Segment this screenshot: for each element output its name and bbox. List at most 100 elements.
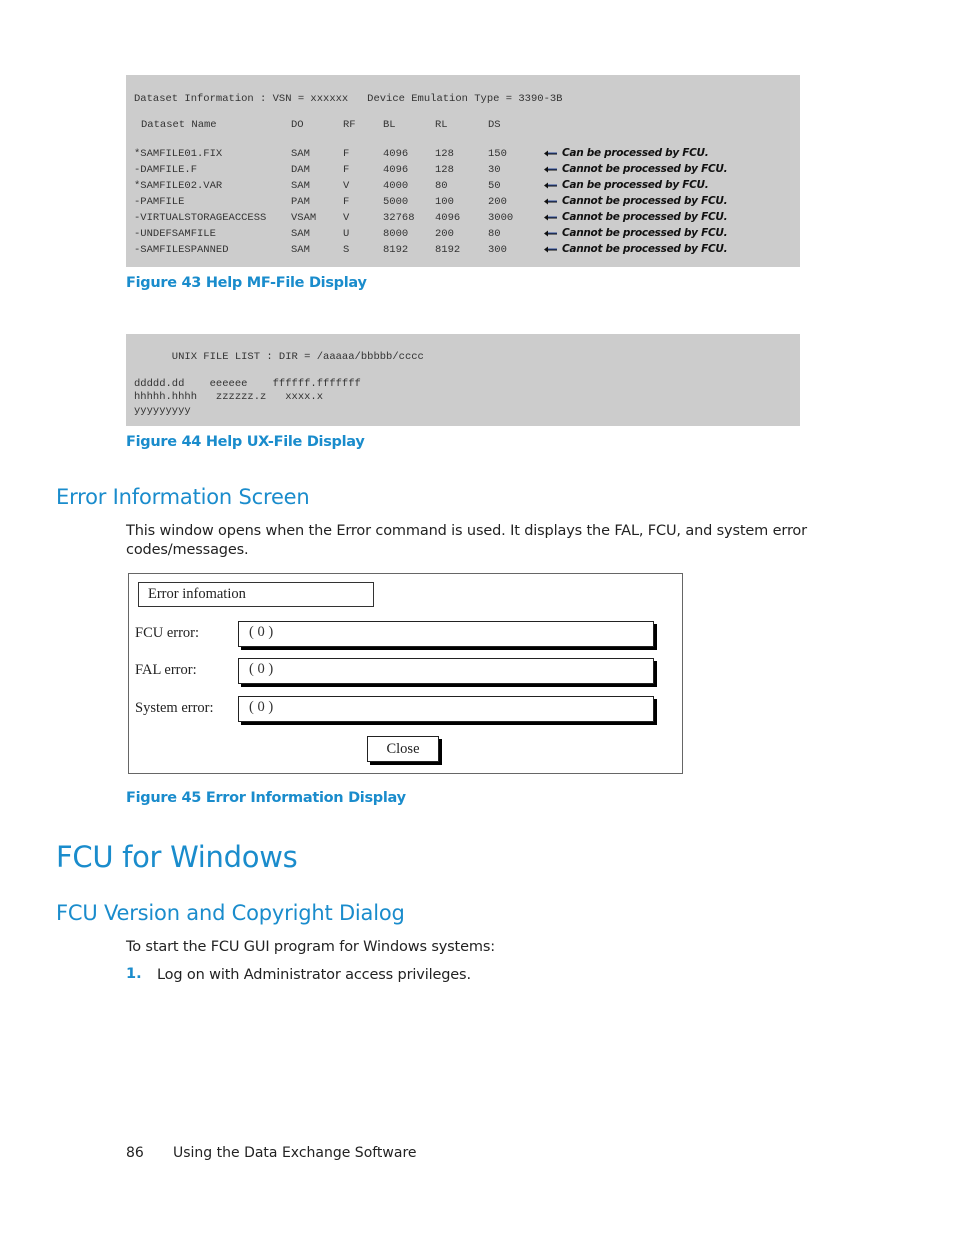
dataset-do-cell: VSAM	[291, 212, 317, 224]
section-heading-error-information: Error Information Screen	[56, 485, 310, 509]
processing-note-text: Can be processed by FCU.	[562, 179, 709, 191]
dataset-ds-cell: 50	[488, 180, 501, 192]
processing-note: Can be processed by FCU.	[544, 179, 709, 191]
file-list-line: yyyyyyyyy	[134, 405, 191, 417]
processing-note: Cannot be processed by FCU.	[544, 212, 728, 223]
dataset-ds-cell: 30	[488, 164, 501, 176]
dataset-bl-cell: 32768	[383, 212, 415, 224]
fcu-error-field[interactable]: ( 0 )	[238, 621, 654, 647]
dataset-info-header: Dataset Information : VSN = xxxxxx Devic…	[134, 93, 563, 105]
dataset-bl-cell: 4000	[383, 180, 409, 192]
figure-44-caption: Figure 44 Help UX-File Display	[126, 434, 365, 450]
processing-note-text: Can be processed by FCU.	[562, 147, 709, 159]
column-header: DO	[291, 119, 304, 131]
step-number: 1.	[126, 966, 142, 982]
paragraph-line: This window opens when the Error command…	[126, 523, 807, 539]
dataset-rf-cell: F	[343, 164, 350, 176]
dataset-ds-cell: 80	[488, 228, 501, 240]
dataset-rl-cell: 4096	[435, 212, 461, 224]
arrow-left-icon	[544, 230, 557, 237]
arrow-left-icon	[544, 214, 557, 221]
dataset-rf-cell: V	[343, 180, 350, 192]
intro-paragraph: To start the FCU GUI program for Windows…	[126, 939, 495, 955]
dialog-title: Error infomation	[138, 582, 374, 607]
arrow-left-icon	[544, 166, 557, 173]
dataset-rl-cell: 8192	[435, 244, 461, 256]
processing-note: Can be processed by FCU.	[544, 147, 709, 159]
dataset-rl-cell: 128	[435, 164, 454, 176]
dataset-name-cell: -DAMFILE.F	[134, 164, 198, 176]
dataset-name-cell: -VIRTUALSTORAGEACCESS	[134, 212, 267, 224]
footer-section-title: Using the Data Exchange Software	[173, 1145, 417, 1161]
arrow-left-icon	[544, 246, 557, 253]
dataset-rl-cell: 128	[435, 148, 454, 160]
dataset-do-cell: SAM	[291, 180, 310, 192]
dataset-do-cell: SAM	[291, 148, 310, 160]
column-header: RL	[435, 119, 448, 131]
figure-43-caption: Figure 43 Help MF-File Display	[126, 275, 367, 291]
dataset-do-cell: DAM	[291, 164, 310, 176]
processing-note-text: Cannot be processed by FCU.	[562, 243, 728, 255]
error-information-dialog: Error infomation FCU error: ( 0 ) FAL er…	[128, 573, 683, 774]
figure-45-caption: Figure 45 Error Information Display	[126, 790, 406, 806]
unix-file-list-header: UNIX FILE LIST : DIR = /aaaaa/bbbbb/cccc	[134, 351, 424, 363]
processing-note: Cannot be processed by FCU.	[544, 195, 728, 207]
arrow-left-icon	[544, 198, 557, 205]
processing-note: Cannot be processed by FCU.	[544, 243, 728, 255]
file-list-line: ddddd.dd eeeeee ffffff.fffffff	[134, 378, 361, 390]
fal-error-field[interactable]: ( 0 )	[238, 658, 654, 684]
dataset-name-cell: -PAMFILE	[134, 196, 185, 208]
arrow-left-icon	[544, 182, 557, 189]
dataset-rl-cell: 200	[435, 228, 454, 240]
fcu-error-label: FCU error:	[135, 625, 200, 641]
dataset-do-cell: SAM	[291, 228, 310, 240]
section-heading-version-dialog: FCU Version and Copyright Dialog	[56, 901, 405, 925]
column-header: Dataset Name	[141, 119, 217, 131]
dataset-row: -UNDEFSAMFILE SAM U 8000 200 80 Cannot be proc…	[134, 227, 794, 243]
dataset-rf-cell: V	[343, 212, 350, 224]
file-list-line: hhhhh.hhhh zzzzzz.z xxxx.x	[134, 391, 324, 403]
dataset-ds-cell: 200	[488, 196, 507, 208]
dataset-do-cell: SAM	[291, 244, 310, 256]
dataset-name-cell: -UNDEFSAMFILE	[134, 228, 216, 240]
dataset-rf-cell: U	[343, 228, 350, 240]
dataset-bl-cell: 5000	[383, 196, 409, 208]
mf-file-display-figure: Dataset Information : VSN = xxxxxx Devic…	[126, 75, 800, 267]
processing-note-text: Cannot be processed by FCU.	[562, 195, 728, 207]
column-header: RF	[343, 119, 356, 131]
column-header: DS	[488, 119, 501, 131]
dataset-bl-cell: 8192	[383, 244, 409, 256]
processing-note: Cannot be processed by FCU.	[544, 227, 728, 239]
dataset-row: -VIRTUALSTORAGEACCESS VSAM V 32768 4096 3000 C…	[134, 212, 794, 227]
arrow-left-icon	[544, 150, 557, 157]
paragraph-line: codes/messages.	[126, 542, 249, 558]
close-button[interactable]: Close	[367, 736, 439, 762]
dataset-row: -PAMFILE PAM F 5000 100 200 Cannot be processe…	[134, 195, 794, 211]
processing-note-text: Cannot be processed by FCU.	[562, 227, 728, 239]
dataset-do-cell: PAM	[291, 196, 310, 208]
chapter-heading: FCU for Windows	[56, 840, 298, 874]
system-error-field[interactable]: ( 0 )	[238, 696, 654, 722]
dataset-ds-cell: 300	[488, 244, 507, 256]
dataset-row: -SAMFILESPANNED SAM S 8192 8192 300 Cannot be …	[134, 243, 794, 259]
dataset-rf-cell: S	[343, 244, 350, 256]
dataset-ds-cell: 150	[488, 148, 507, 160]
dataset-rl-cell: 100	[435, 196, 454, 208]
fal-error-label: FAL error:	[135, 662, 197, 678]
dataset-bl-cell: 4096	[383, 164, 409, 176]
dataset-bl-cell: 8000	[383, 228, 409, 240]
column-header: BL	[383, 119, 396, 131]
dataset-row: *SAMFILE02.VAR SAM V 4000 80 50 Can be process…	[134, 179, 794, 195]
dataset-bl-cell: 4096	[383, 148, 409, 160]
step-text: Log on with Administrator access privile…	[157, 967, 471, 983]
dataset-rf-cell: F	[343, 148, 350, 160]
page-number: 86	[126, 1145, 144, 1161]
dataset-ds-cell: 3000	[488, 212, 514, 224]
dataset-row: *SAMFILE01.FIX SAM F 4096 128 150 Can be proce…	[134, 147, 794, 163]
dataset-rl-cell: 80	[435, 180, 448, 192]
processing-note-text: Cannot be processed by FCU.	[562, 163, 728, 175]
dataset-name-cell: *SAMFILE02.VAR	[134, 180, 223, 192]
column-header-row: Dataset Name DO RF BL RL DS	[134, 120, 794, 134]
dataset-name-cell: -SAMFILESPANNED	[134, 244, 229, 256]
processing-note: Cannot be processed by FCU.	[544, 163, 728, 175]
